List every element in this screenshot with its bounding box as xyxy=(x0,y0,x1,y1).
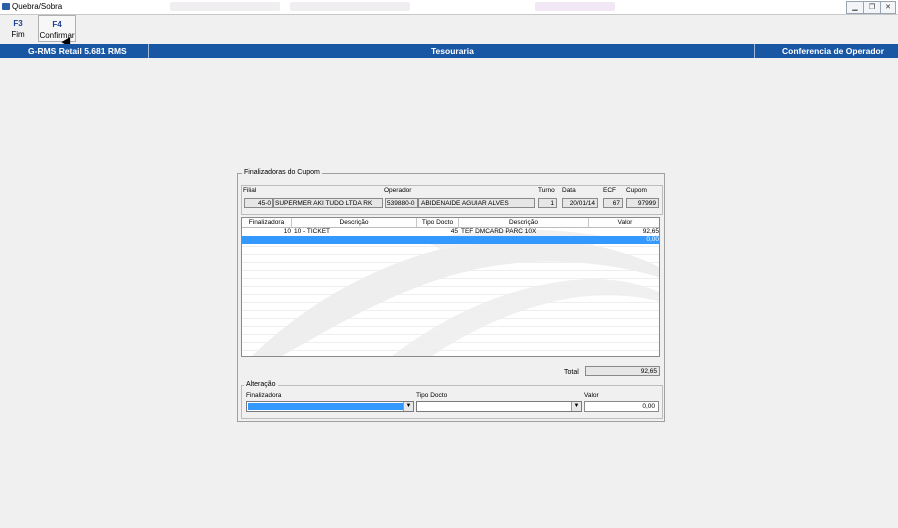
dropdown-arrow-icon[interactable]: ▼ xyxy=(403,402,413,411)
confirmar-key: F4 xyxy=(52,20,62,29)
column-header-valor[interactable]: Valor xyxy=(589,218,659,227)
close-button[interactable]: ✕ xyxy=(880,1,896,14)
minimize-button[interactable]: ▁ xyxy=(846,1,864,14)
ecf-field: 67 xyxy=(603,198,623,208)
window-title: Quebra/Sobra xyxy=(12,2,63,11)
finalizadora-dropdown[interactable]: ▼ xyxy=(246,401,414,412)
blurred-title-region xyxy=(170,2,280,11)
alteracao-group: Alteração Finalizadora ▼ Tipo Docto ▼ Va… xyxy=(241,381,663,419)
cupom-field: 97999 xyxy=(626,198,659,208)
fim-label: Fim xyxy=(11,30,25,39)
cell-tipo-docto: 45 xyxy=(450,228,458,235)
cell-valor: 92,65 xyxy=(642,228,659,235)
operador-label: Operador xyxy=(384,187,412,194)
blurred-title-region xyxy=(290,2,410,11)
module-name: Tesouraria xyxy=(431,46,474,56)
column-header-tipo-docto[interactable]: Tipo Docto xyxy=(417,218,459,227)
cupom-frame: Finalizadoras do Cupom Filial 45-0 SUPER… xyxy=(237,169,665,422)
tipo-docto-label: Tipo Docto xyxy=(416,392,448,399)
fim-key: F3 xyxy=(13,19,23,28)
turno-label: Turno xyxy=(538,187,555,194)
data-label: Data xyxy=(562,187,576,194)
column-header-finalizadora[interactable]: Finalizadora xyxy=(242,218,292,227)
cupom-legend: Finalizadoras do Cupom xyxy=(242,169,322,176)
minimize-icon: ▁ xyxy=(852,4,858,11)
cell-descricao2: TEF DMCARD PARC 10X xyxy=(461,228,537,235)
filial-label: Filial xyxy=(243,187,257,194)
operador-name-field: ABIDENAIDE AGUIAR ALVES xyxy=(418,198,535,208)
close-icon: ✕ xyxy=(885,4,891,11)
column-header-descricao[interactable]: Descrição xyxy=(292,218,417,227)
valor-label: Valor xyxy=(584,392,599,399)
screen-name: Conferencia de Operador xyxy=(782,46,885,56)
cell-finalizadora: 10 xyxy=(283,228,291,235)
data-field: 20/01/14 xyxy=(562,198,598,208)
cupom-info-box: Filial 45-0 SUPERMER AKI TUDO LTDA RK Op… xyxy=(241,185,663,215)
tipo-docto-dropdown[interactable]: ▼ xyxy=(416,401,582,412)
dropdown-arrow-icon[interactable]: ▼ xyxy=(571,402,581,411)
grid-header: Finalizadora Descrição Tipo Docto Descri… xyxy=(242,218,659,228)
alteracao-legend: Alteração xyxy=(244,381,278,388)
total-label: Total xyxy=(564,369,579,376)
restore-button[interactable]: ❐ xyxy=(863,1,881,14)
divider xyxy=(754,44,755,58)
valor-input[interactable]: 0,00 xyxy=(584,401,659,412)
status-bar: G-RMS Retail 5.681 RMS Tesouraria Confer… xyxy=(0,44,898,58)
table-row-selected[interactable]: 0,00 xyxy=(242,236,659,244)
cell-valor: 0,00 xyxy=(646,236,659,243)
finalizadoras-grid[interactable]: Finalizadora Descrição Tipo Docto Descri… xyxy=(241,217,660,357)
blurred-title-region xyxy=(535,2,615,11)
finalizadora-label: Finalizadora xyxy=(246,392,282,399)
restore-icon: ❐ xyxy=(868,4,876,11)
ecf-label: ECF xyxy=(603,187,616,194)
total-field: 92,65 xyxy=(585,366,660,376)
column-header-descricao2[interactable]: Descrição xyxy=(459,218,589,227)
filial-code-field: 45-0 xyxy=(244,198,273,208)
divider xyxy=(148,44,149,58)
cell-descricao: 10 - TICKET xyxy=(294,228,331,235)
table-row[interactable]: 10 10 - TICKET 45 TEF DMCARD PARC 10X 92… xyxy=(242,228,659,236)
operador-code-field: 539880-0 xyxy=(385,198,418,208)
system-version: G-RMS Retail 5.681 RMS xyxy=(28,46,127,56)
turno-field: 1 xyxy=(538,198,557,208)
title-bar: Quebra/Sobra ▁ ❐ ✕ xyxy=(0,0,898,15)
fim-button[interactable]: F3 Fim xyxy=(1,15,35,42)
app-icon xyxy=(2,3,10,10)
dropdown-selection xyxy=(248,403,403,410)
toolbar: F3 Fim F4 Confirmar xyxy=(0,15,898,50)
cupom-label: Cupom xyxy=(626,187,647,194)
filial-name-field: SUPERMER AKI TUDO LTDA RK xyxy=(273,198,383,208)
